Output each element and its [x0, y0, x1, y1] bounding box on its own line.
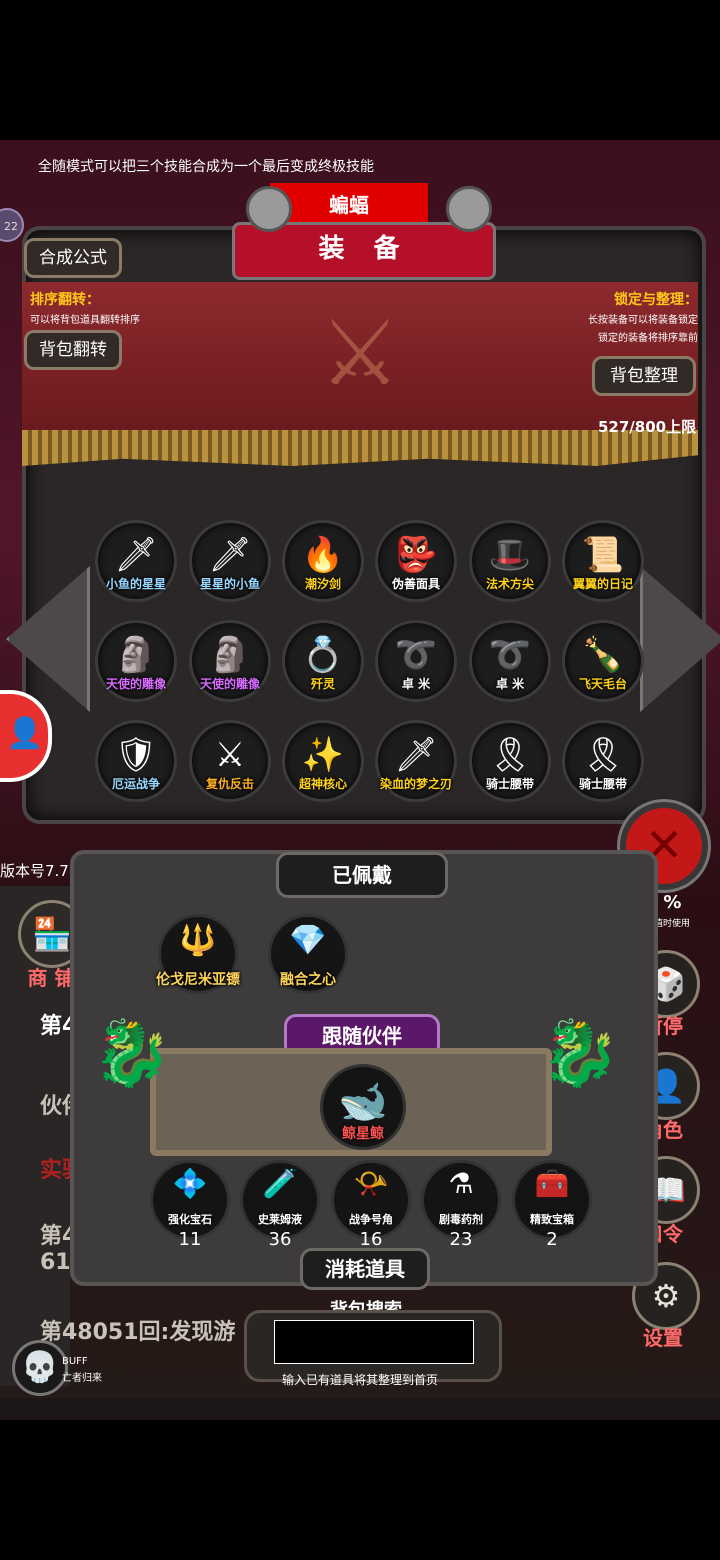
buff-skull[interactable]: 💀: [12, 1340, 68, 1396]
inventory-slot[interactable]: ✨ 超神核心: [282, 720, 364, 802]
formula-button[interactable]: 合成公式: [24, 238, 122, 278]
inventory-item-name: 卓 米: [401, 677, 431, 691]
consumable-count: 2: [546, 1229, 558, 1250]
consumable-name: 战争号角: [349, 1213, 393, 1226]
inventory-item-name: 染血的梦之刃: [379, 777, 452, 791]
dragon-left-icon: 🐉: [92, 1017, 172, 1091]
inventory-slot[interactable]: ⚔ 复仇反击: [189, 720, 271, 802]
inventory-slot[interactable]: 🗡 星星的小鱼: [189, 520, 271, 602]
consumables-title: 消耗道具: [300, 1248, 430, 1290]
consumable-count: 16: [359, 1229, 383, 1250]
inventory-slot[interactable]: 🎩 法术方尖: [469, 520, 551, 602]
inventory-slot[interactable]: 🔥 潮汐剑: [282, 520, 364, 602]
chat-count: 22: [4, 220, 18, 233]
equipped-item-name: 融合之心: [280, 972, 336, 988]
inventory-item-name: 天使的雕像: [105, 677, 166, 691]
buff-text: 亡者归来: [62, 1373, 102, 1384]
left-ornament-icon: [246, 186, 292, 232]
hint-text: 全随模式可以把三个技能合成为一个最后变成终极技能: [38, 159, 374, 175]
flip-button[interactable]: 背包翻转: [24, 330, 122, 370]
flask-icon: ⚗: [448, 1167, 474, 1200]
consumable-slot[interactable]: 💠 强化宝石 11: [150, 1160, 230, 1250]
consumable-slot[interactable]: 🧰 精致宝箱 2: [512, 1160, 592, 1250]
inventory-item-name: 伪善面具: [391, 577, 440, 591]
inventory-item-name: 骑士腰带: [578, 777, 627, 791]
inventory-item-name: 飞天毛台: [578, 677, 627, 691]
consumable-slot[interactable]: ⚗ 剧毒药剂 23: [421, 1160, 501, 1250]
inventory-item-name: 天使的雕像: [199, 677, 260, 691]
horn-icon: 📯: [353, 1167, 389, 1200]
follow-pet-slot[interactable]: 🐋 鲸星鲸: [320, 1064, 406, 1150]
inventory-slot[interactable]: ➰ 卓 米: [375, 620, 457, 702]
right-ornament-icon: [446, 186, 492, 232]
lock-sort-title: 锁定与整理：: [614, 292, 698, 308]
capacity-text: 527/800上限: [598, 418, 697, 436]
equipped-title: 已佩戴: [276, 852, 448, 898]
crossed-swords-emblem-icon: ⚔: [319, 301, 401, 406]
inventory-slot[interactable]: 🗿 天使的雕像: [95, 620, 177, 702]
inventory-item-name: 卓 米: [495, 677, 525, 691]
inventory-slot[interactable]: 🗿 天使的雕像: [189, 620, 271, 702]
inventory-item-name: 骑士腰带: [485, 777, 534, 791]
consumable-count: 36: [268, 1229, 292, 1250]
inventory-slot[interactable]: 🗡 染血的梦之刃: [375, 720, 457, 802]
sort-flip-title: 排序翻转：: [30, 292, 100, 308]
consumable-slot[interactable]: 🧪 史莱姆液 36: [240, 1160, 320, 1250]
inventory-slot[interactable]: 💍 歼灵: [282, 620, 364, 702]
inventory-slot[interactable]: ➰ 卓 米: [469, 620, 551, 702]
inventory-item-name: 歼灵: [310, 677, 335, 691]
inventory-item-name: 复仇反击: [205, 777, 254, 791]
dragon-right-icon: 🐉: [540, 1017, 620, 1091]
inventory-item-name: 翼翼的日记: [572, 577, 633, 591]
lock-sort-desc2: 锁定的装备将排序靠前: [598, 333, 698, 344]
sort-flip-desc: 可以将背包道具翻转排序: [30, 315, 140, 326]
inventory-slot[interactable]: 🗡 小鱼的星星: [95, 520, 177, 602]
consumable-slot[interactable]: 📯 战争号角 16: [331, 1160, 411, 1250]
equipped-item-name: 伦戈尼米亚镖: [156, 972, 240, 988]
potion-icon: 🧪: [262, 1167, 298, 1200]
consumable-count: 23: [449, 1229, 473, 1250]
inventory-slot[interactable]: 🛡 厄运战争: [95, 720, 177, 802]
inventory-item-name: 潮汐剑: [304, 577, 341, 591]
equipped-slot[interactable]: 🔱 伦戈尼米亚镖: [156, 914, 240, 994]
search-hint: 输入已有道具将其整理到首页: [282, 1373, 439, 1387]
search-input[interactable]: [274, 1320, 474, 1364]
spear-icon: 🔱: [179, 923, 217, 958]
version-text: 版本号7.75: [0, 862, 79, 880]
inventory-slot[interactable]: 🎗 骑士腰带: [562, 720, 644, 802]
follow-pet-name: 鲸星鲸: [342, 1126, 384, 1142]
lock-sort-desc1: 长按装备可以将装备锁定: [588, 315, 698, 326]
inventory-slot[interactable]: 🍾 飞天毛台: [562, 620, 644, 702]
buff-title: BUFF: [62, 1356, 88, 1367]
gem-icon: 💠: [172, 1167, 208, 1200]
inventory-item-name: 小鱼的星星: [105, 577, 166, 591]
sort-button[interactable]: 背包整理: [592, 356, 696, 396]
log-line-6: 第48051回:发现游: [40, 1320, 236, 1345]
bottom-bar: [0, 1398, 720, 1420]
settings-label: 设置: [643, 1326, 683, 1350]
inventory-slot[interactable]: 📜 翼翼的日记: [562, 520, 644, 602]
inventory-item-name: 超神核心: [298, 777, 347, 791]
consumable-count: 11: [178, 1229, 202, 1250]
inventory-item-name: 法术方尖: [485, 577, 534, 591]
inventory-slot[interactable]: 👺 伪善面具: [375, 520, 457, 602]
consumable-name: 强化宝石: [168, 1213, 212, 1226]
log-line-5: 61: [40, 1250, 71, 1275]
equipped-slot[interactable]: 💎 融合之心: [268, 914, 348, 994]
consumable-name: 史莱姆液: [258, 1213, 302, 1226]
user-icon: 👤: [6, 716, 44, 751]
consumable-name: 精致宝箱: [530, 1213, 574, 1226]
heart-icon: 💎: [289, 923, 327, 958]
inventory-item-name: 厄运战争: [111, 777, 160, 791]
consumable-name: 剧毒药剂: [439, 1213, 483, 1226]
chest-icon: 🧰: [534, 1167, 570, 1200]
inventory-item-name: 星星的小鱼: [199, 577, 260, 591]
inventory-slot[interactable]: 🎗 骑士腰带: [469, 720, 551, 802]
